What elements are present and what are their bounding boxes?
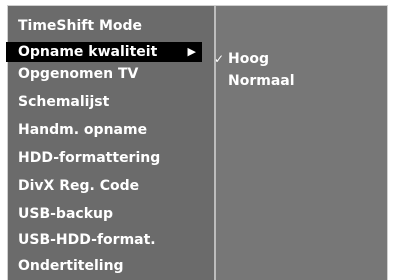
menu-item-usb-hdd-format[interactable]: USB-HDD-format. bbox=[6, 230, 202, 250]
submenu-option-label: Normaal bbox=[228, 73, 295, 89]
menu-item-schemalijst[interactable]: Schemalijst bbox=[6, 92, 202, 112]
menu-item-label: Schemalijst bbox=[18, 94, 110, 110]
menu-item-label: USB-HDD-format. bbox=[18, 232, 156, 248]
menu-item-handm-opname[interactable]: Handm. opname bbox=[6, 120, 202, 140]
screen: TimeShift Mode Opname kwaliteit ▶ Opgeno… bbox=[0, 0, 395, 280]
menu-item-timeshift-mode[interactable]: TimeShift Mode bbox=[6, 16, 202, 36]
submenu-option-label: Hoog bbox=[228, 51, 269, 67]
submenu-option-normaal[interactable]: Normaal bbox=[214, 72, 295, 90]
menu-item-label: DivX Reg. Code bbox=[18, 178, 140, 194]
checkmark-icon: ✓ bbox=[214, 52, 225, 66]
menu-item-usb-backup[interactable]: USB-backup bbox=[6, 204, 202, 224]
menu-item-label: Opgenomen TV bbox=[18, 66, 139, 82]
menu-item-label: Ondertiteling bbox=[18, 258, 124, 274]
menu-item-label: TimeShift Mode bbox=[18, 18, 143, 34]
menu-item-opname-kwaliteit[interactable]: Opname kwaliteit ▶ bbox=[6, 42, 202, 62]
menu-item-label: Handm. opname bbox=[18, 122, 148, 138]
menu-item-label: Opname kwaliteit bbox=[18, 44, 158, 60]
menu-item-hdd-formattering[interactable]: HDD-formattering bbox=[6, 148, 202, 168]
menu-item-label: USB-backup bbox=[18, 206, 113, 222]
submenu-option-hoog[interactable]: ✓ Hoog bbox=[214, 50, 269, 68]
menu-item-ondertiteling[interactable]: Ondertiteling bbox=[6, 256, 202, 276]
menu-item-opgenomen-tv[interactable]: Opgenomen TV bbox=[6, 64, 202, 84]
submenu-arrow-icon: ▶ bbox=[187, 45, 196, 58]
submenu-panel bbox=[216, 6, 387, 280]
menu-item-divx-reg-code[interactable]: DivX Reg. Code bbox=[6, 176, 202, 196]
menu-item-label: HDD-formattering bbox=[18, 150, 161, 166]
